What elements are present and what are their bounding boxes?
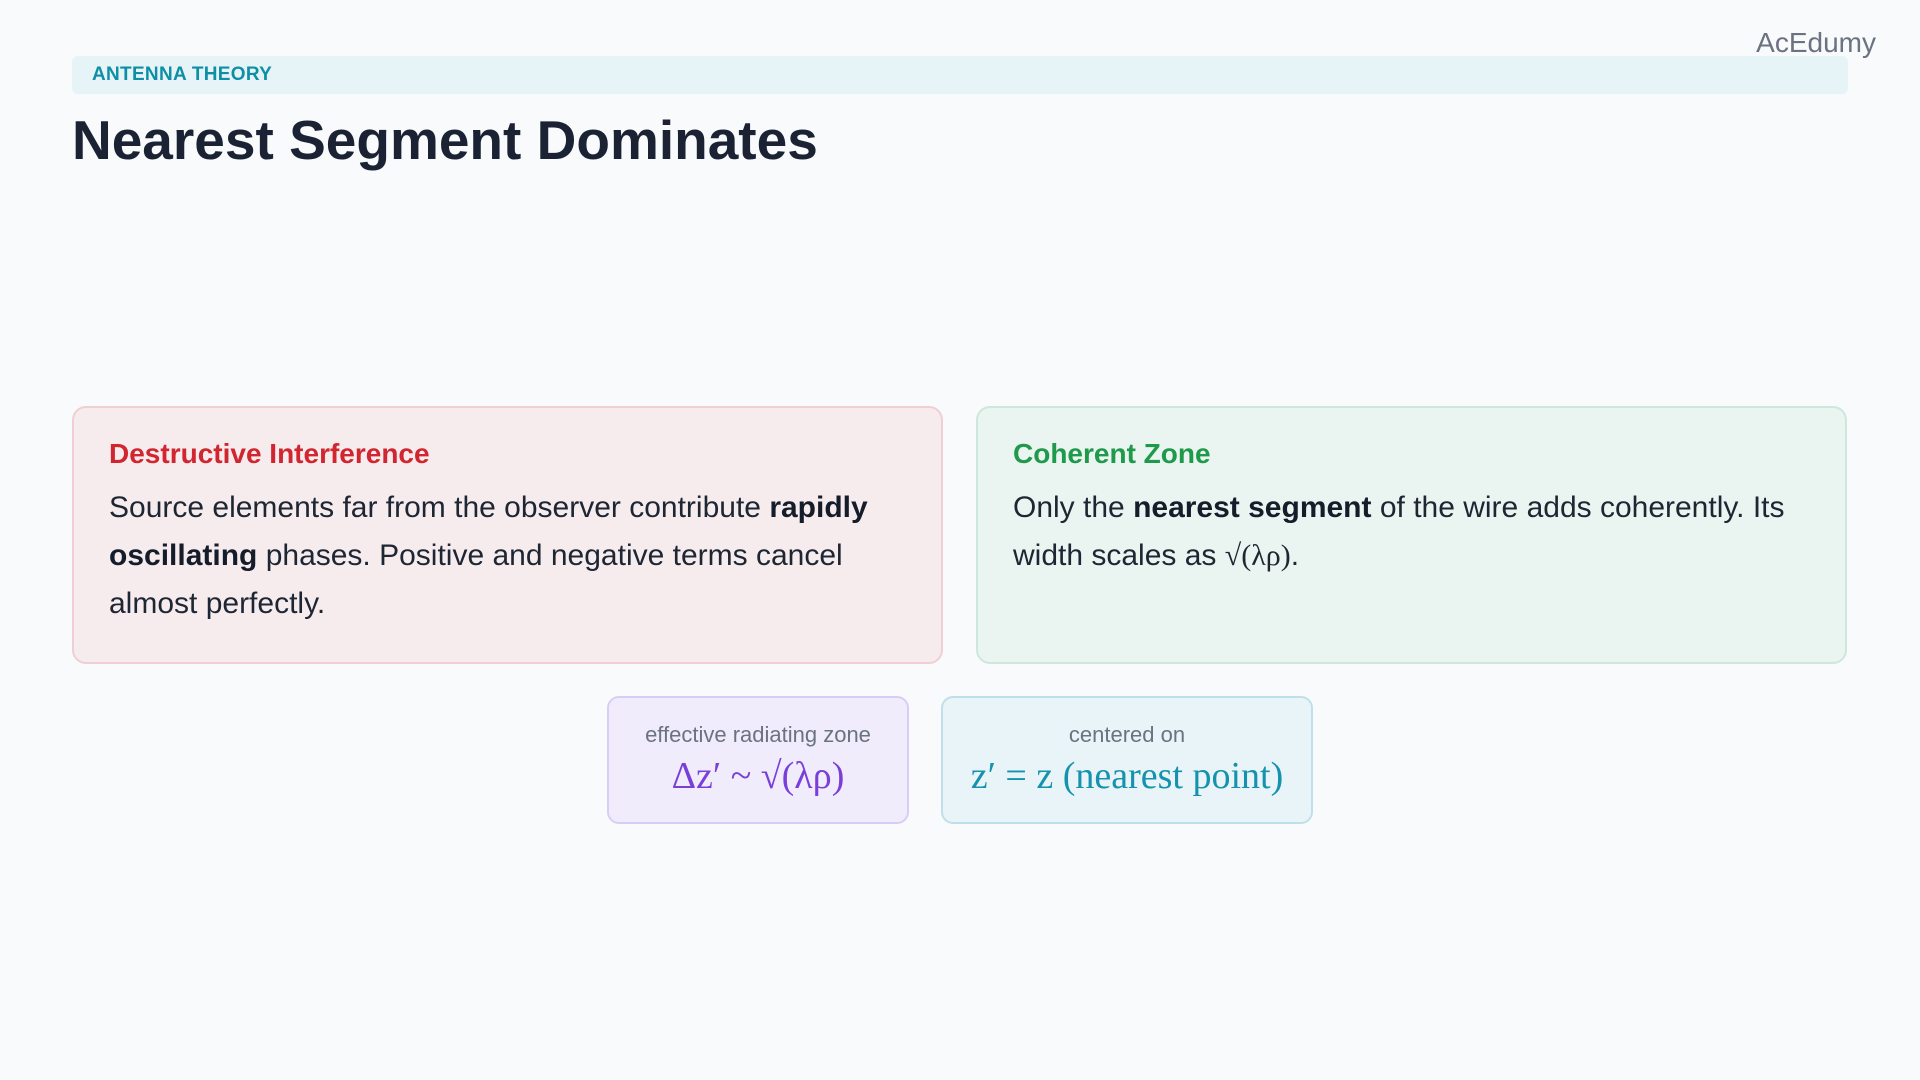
formula-caption: effective radiating zone — [645, 722, 871, 747]
topic-banner: ANTENNA THEORY — [72, 56, 1848, 94]
topic-label: ANTENNA THEORY — [92, 64, 273, 85]
formula-expression: Δz′ ~ √(λρ) — [671, 755, 845, 797]
slide: AcEdumy ANTENNA THEORY Nearest Segment D… — [0, 0, 1920, 1080]
destructive-interference-card: Destructive Interference Source elements… — [72, 406, 943, 664]
card-body-emphasis: nearest segment — [1133, 491, 1372, 524]
formula-expression: z′ = z (nearest point) — [970, 755, 1284, 797]
slide-title: Nearest Segment Dominates — [72, 109, 818, 171]
card-body-text: Only the — [1013, 491, 1134, 524]
radiating-zone-formula-box: effective radiating zone Δz′ ~ √(λρ) — [607, 696, 909, 824]
card-body-text: . — [1290, 539, 1300, 572]
brand-logo-text: AcEdumy — [1756, 27, 1876, 58]
card-body: Source elements far from the observer co… — [109, 484, 906, 628]
card-body-math: √(λρ) — [1224, 539, 1291, 572]
formula-caption: centered on — [1068, 722, 1186, 747]
coherent-zone-card: Coherent Zone Only the nearest segment o… — [976, 406, 1847, 664]
card-title: Coherent Zone — [1013, 438, 1211, 469]
card-body: Only the nearest segment of the wire add… — [1013, 484, 1810, 580]
card-body-text: Source elements far from the observer co… — [109, 491, 770, 524]
center-point-formula-box: centered on z′ = z (nearest point) — [941, 696, 1313, 824]
card-title: Destructive Interference — [109, 438, 430, 469]
